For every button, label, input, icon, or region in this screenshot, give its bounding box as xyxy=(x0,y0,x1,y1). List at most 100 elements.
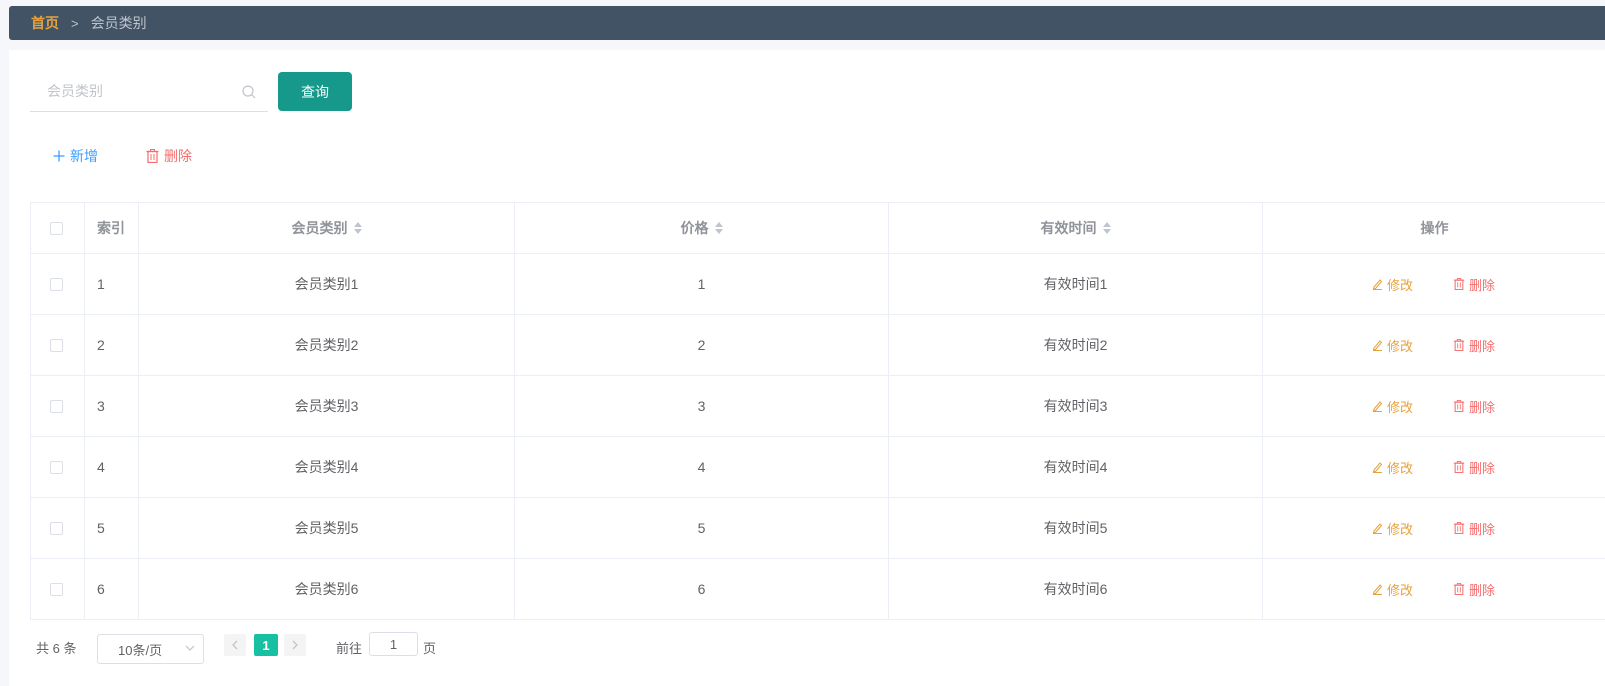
cell-valid-time: 有效时间4 xyxy=(889,437,1263,497)
cell-category: 会员类别4 xyxy=(139,437,515,497)
table-header-row: 索引 会员类别 价格 有效时间 操作 xyxy=(31,203,1605,254)
trash-icon xyxy=(1453,461,1465,473)
trash-icon xyxy=(1453,278,1465,290)
trash-icon xyxy=(1453,583,1465,595)
row-delete-label: 删除 xyxy=(1469,460,1496,476)
next-page-button[interactable] xyxy=(284,634,306,656)
search-icon[interactable] xyxy=(241,84,257,100)
row-delete-button[interactable]: 删除 xyxy=(1453,336,1495,355)
row-checkbox[interactable] xyxy=(50,399,63,413)
chevron-left-icon xyxy=(232,640,238,650)
cell-index: 1 xyxy=(85,254,139,314)
cell-operation: 修改 删除 xyxy=(1263,559,1605,619)
chevron-down-icon xyxy=(185,645,195,651)
search-input[interactable] xyxy=(30,72,235,110)
page-size-select[interactable]: 10条/页 xyxy=(97,634,204,664)
trash-icon xyxy=(1453,522,1465,534)
table-row: 3 会员类别3 3 有效时间3 修改 删除 xyxy=(31,376,1605,437)
header-operation: 操作 xyxy=(1420,220,1449,236)
edit-icon xyxy=(1372,523,1383,534)
cell-price: 2 xyxy=(515,315,889,375)
row-checkbox-cell xyxy=(31,254,85,314)
sort-icon[interactable] xyxy=(353,222,362,234)
row-delete-button[interactable]: 删除 xyxy=(1453,458,1495,477)
edit-label: 修改 xyxy=(1386,277,1413,293)
cell-operation: 修改 删除 xyxy=(1263,315,1605,375)
trash-icon xyxy=(1453,400,1465,412)
edit-button[interactable]: 修改 xyxy=(1372,275,1413,294)
cell-valid-time: 有效时间1 xyxy=(889,254,1263,314)
header-category-label: 会员类别 xyxy=(291,220,348,236)
edit-button[interactable]: 修改 xyxy=(1372,336,1413,355)
cell-price: 3 xyxy=(515,376,889,436)
header-valid-time-label: 有效时间 xyxy=(1040,220,1097,236)
main-panel: 查询 新增 删除 索引 会员类别 价格 xyxy=(9,50,1605,686)
cell-operation: 修改 删除 xyxy=(1263,254,1605,314)
sort-icon[interactable] xyxy=(714,222,723,234)
search-box xyxy=(30,72,268,112)
chevron-right-icon xyxy=(292,640,298,650)
header-price[interactable]: 价格 xyxy=(515,203,889,253)
edit-button[interactable]: 修改 xyxy=(1372,519,1413,538)
edit-icon xyxy=(1372,279,1383,290)
cell-index: 2 xyxy=(85,315,139,375)
data-table: 索引 会员类别 价格 有效时间 操作 1 会员类别1 1 有效时间1 修改 删除… xyxy=(30,202,1605,620)
edit-label: 修改 xyxy=(1386,460,1413,476)
breadcrumb-home-link[interactable]: 首页 xyxy=(31,13,59,33)
cell-index: 3 xyxy=(85,376,139,436)
row-checkbox[interactable] xyxy=(50,277,63,291)
row-checkbox[interactable] xyxy=(50,582,63,596)
edit-icon xyxy=(1372,401,1383,412)
edit-label: 修改 xyxy=(1386,521,1413,537)
pagination-total: 共 6 条 xyxy=(36,641,77,656)
delete-button-label: 删除 xyxy=(164,148,192,164)
edit-icon xyxy=(1372,462,1383,473)
row-checkbox[interactable] xyxy=(50,521,63,535)
cell-valid-time: 有效时间6 xyxy=(889,559,1263,619)
trash-icon xyxy=(1453,339,1465,351)
cell-operation: 修改 删除 xyxy=(1263,498,1605,558)
header-index: 索引 xyxy=(85,203,139,253)
cell-price: 4 xyxy=(515,437,889,497)
select-all-checkbox[interactable] xyxy=(50,221,63,235)
edit-label: 修改 xyxy=(1386,582,1413,598)
goto-page-input[interactable] xyxy=(369,632,418,656)
header-category[interactable]: 会员类别 xyxy=(139,203,515,253)
edit-button[interactable]: 修改 xyxy=(1372,458,1413,477)
trash-icon xyxy=(146,149,159,163)
cell-price: 1 xyxy=(515,254,889,314)
query-button[interactable]: 查询 xyxy=(278,72,352,111)
cell-price: 6 xyxy=(515,559,889,619)
cell-category: 会员类别5 xyxy=(139,498,515,558)
row-delete-button[interactable]: 删除 xyxy=(1453,519,1495,538)
cell-category: 会员类别6 xyxy=(139,559,515,619)
table-row: 2 会员类别2 2 有效时间2 修改 删除 xyxy=(31,315,1605,376)
row-delete-button[interactable]: 删除 xyxy=(1453,397,1495,416)
cell-price: 5 xyxy=(515,498,889,558)
prev-page-button[interactable] xyxy=(224,634,246,656)
sort-icon[interactable] xyxy=(1102,222,1111,234)
page-number-current[interactable]: 1 xyxy=(254,634,278,656)
row-delete-label: 删除 xyxy=(1469,582,1496,598)
cell-valid-time: 有效时间2 xyxy=(889,315,1263,375)
header-valid-time[interactable]: 有效时间 xyxy=(889,203,1263,253)
row-checkbox[interactable] xyxy=(50,460,63,474)
row-checkbox[interactable] xyxy=(50,338,63,352)
edit-label: 修改 xyxy=(1386,399,1413,415)
table-row: 6 会员类别6 6 有效时间6 修改 删除 xyxy=(31,559,1605,620)
cell-valid-time: 有效时间5 xyxy=(889,498,1263,558)
row-delete-button[interactable]: 删除 xyxy=(1453,275,1495,294)
cell-category: 会员类别1 xyxy=(139,254,515,314)
cell-category: 会员类别3 xyxy=(139,376,515,436)
row-delete-label: 删除 xyxy=(1469,399,1496,415)
row-delete-button[interactable]: 删除 xyxy=(1453,580,1495,599)
edit-button[interactable]: 修改 xyxy=(1372,580,1413,599)
breadcrumb-current: 会员类别 xyxy=(90,15,147,31)
row-checkbox-cell xyxy=(31,315,85,375)
cell-index: 4 xyxy=(85,437,139,497)
add-button[interactable]: 新增 xyxy=(53,146,98,166)
delete-button[interactable]: 删除 xyxy=(146,146,192,166)
row-checkbox-cell xyxy=(31,376,85,436)
row-delete-label: 删除 xyxy=(1469,521,1496,537)
edit-button[interactable]: 修改 xyxy=(1372,397,1413,416)
